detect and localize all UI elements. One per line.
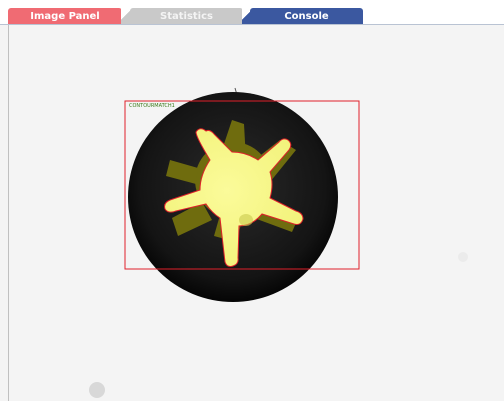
image-speck [239,214,253,226]
image-speck [458,252,468,262]
roi-label: CONTOURMATCH1 [129,103,175,109]
image-speck [89,382,105,398]
image-canvas [89,87,468,398]
